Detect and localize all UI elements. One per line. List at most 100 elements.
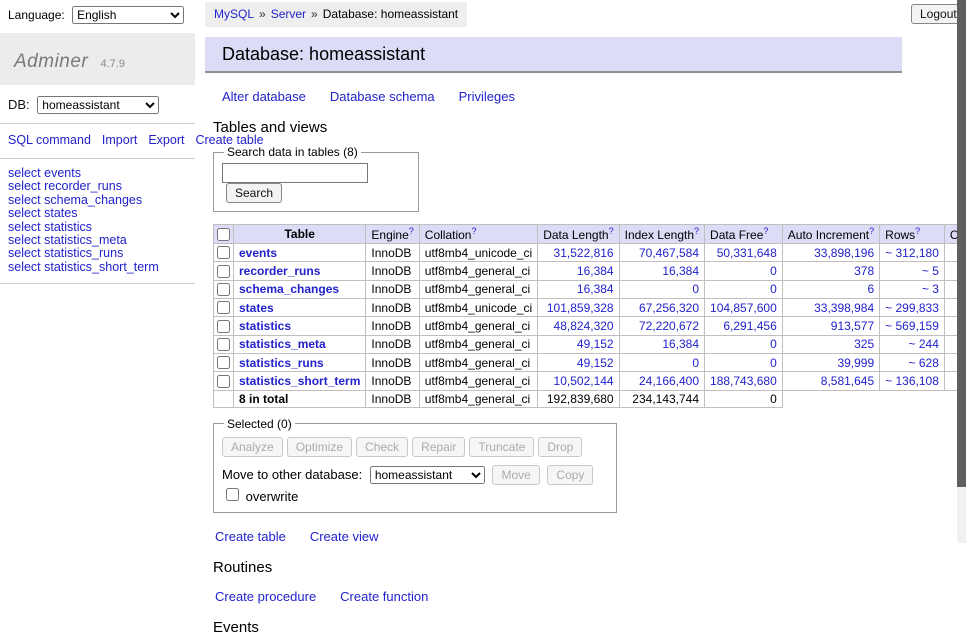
sidebar-select-link[interactable]: select statistics_short_term <box>8 261 195 274</box>
row-checkbox[interactable] <box>217 265 230 278</box>
sidebar-select-link[interactable]: select statistics_runs <box>8 247 195 260</box>
sidebar-select-link[interactable]: select statistics_meta <box>8 234 195 247</box>
column-help-icon[interactable]: ? <box>869 226 874 236</box>
vertical-scrollbar[interactable] <box>957 0 966 543</box>
sidebar-select-link[interactable]: select states <box>8 207 195 220</box>
sidebar-action-link[interactable]: Import <box>102 133 137 147</box>
routine-link[interactable]: Create function <box>340 589 428 604</box>
search-legend: Search data in tables (8) <box>224 145 361 159</box>
selected-buttons: AnalyzeOptimizeCheckRepairTruncateDrop <box>222 437 608 457</box>
select-all-cell <box>214 225 234 244</box>
sidebar-action-link[interactable]: SQL command <box>8 133 91 147</box>
data-length-cell: 16,384 <box>538 280 619 298</box>
selected-action-button: Check <box>356 437 408 457</box>
column-header-index-length: Index Length? <box>619 225 704 244</box>
column-label: Data Free <box>710 228 763 242</box>
sidebar-select-link[interactable]: select recorder_runs <box>8 180 195 193</box>
table-name-link[interactable]: events <box>239 246 277 260</box>
row-checkbox[interactable] <box>217 301 230 314</box>
row-checkbox[interactable] <box>217 338 230 351</box>
search-button[interactable]: Search <box>226 183 282 203</box>
move-db-select[interactable]: homeassistant <box>370 466 485 484</box>
engine-cell: InnoDB <box>366 298 419 316</box>
table-name-link[interactable]: statistics_runs <box>239 356 324 370</box>
scrollbar-thumb[interactable] <box>957 0 966 487</box>
index-length-cell: 0 <box>619 353 704 371</box>
breadcrumb-server-link[interactable]: Server <box>271 7 306 21</box>
search-fieldset: Search data in tables (8) Search <box>213 145 419 212</box>
data-free-cell: 0 <box>705 335 783 353</box>
table-name-link[interactable]: statistics_short_term <box>239 374 360 388</box>
column-help-icon[interactable]: ? <box>471 226 476 236</box>
search-input[interactable] <box>222 163 368 183</box>
table-name-cell: statistics_meta <box>234 335 366 353</box>
row-checkbox-cell <box>214 317 234 335</box>
data-free-cell: 188,743,680 <box>705 372 783 390</box>
column-help-icon[interactable]: ? <box>409 226 414 236</box>
selected-action-button: Truncate <box>469 437 534 457</box>
data-length-cell: 10,502,144 <box>538 372 619 390</box>
row-checkbox-cell <box>214 280 234 298</box>
engine-cell: InnoDB <box>366 244 419 262</box>
table-name-link[interactable]: statistics_meta <box>239 337 326 351</box>
footer-engine: InnoDB <box>366 390 419 407</box>
overwrite-checkbox[interactable] <box>226 488 239 501</box>
footer-collation: utf8mb4_general_ci <box>419 390 537 407</box>
row-checkbox[interactable] <box>217 246 230 259</box>
create-link[interactable]: Create view <box>310 529 379 544</box>
column-header-engine: Engine? <box>366 225 419 244</box>
column-help-icon[interactable]: ? <box>763 226 768 236</box>
data-length-cell: 48,824,320 <box>538 317 619 335</box>
move-label: Move to other database: <box>222 467 362 482</box>
create-link[interactable]: Create table <box>215 529 286 544</box>
language-select[interactable]: English <box>72 6 184 24</box>
rows-cell: ~ 3 <box>880 280 945 298</box>
index-length-cell: 16,384 <box>619 335 704 353</box>
select-all-checkbox[interactable] <box>217 228 230 241</box>
sidebar-select-link[interactable]: select statistics <box>8 221 195 234</box>
collation-cell: utf8mb4_general_ci <box>419 317 537 335</box>
row-checkbox[interactable] <box>217 283 230 296</box>
row-checkbox[interactable] <box>217 356 230 369</box>
table-name-link[interactable]: statistics <box>239 319 291 333</box>
routine-link[interactable]: Create procedure <box>215 589 316 604</box>
table-row: statistics_metaInnoDButf8mb4_general_ci4… <box>214 335 966 353</box>
column-label: Rows <box>885 228 915 242</box>
row-checkbox[interactable] <box>217 375 230 388</box>
selected-action-button: Repair <box>412 437 465 457</box>
move-button: Move <box>492 465 539 485</box>
column-help-icon[interactable]: ? <box>694 226 699 236</box>
data-length-cell: 101,859,328 <box>538 298 619 316</box>
sidebar-select-link[interactable]: select schema_changes <box>8 194 195 207</box>
row-checkbox[interactable] <box>217 320 230 333</box>
events-heading: Events <box>213 619 902 636</box>
database-action-link[interactable]: Privileges <box>459 89 515 104</box>
table-row: statistics_short_termInnoDButf8mb4_gener… <box>214 372 966 390</box>
engine-cell: InnoDB <box>366 353 419 371</box>
sidebar-action-link[interactable]: Export <box>148 133 184 147</box>
breadcrumb-current: Database: homeassistant <box>323 7 458 21</box>
column-help-icon[interactable]: ? <box>915 226 920 236</box>
database-links: Alter database Database schema Privileges <box>222 89 902 104</box>
auto-increment-cell: 325 <box>782 335 879 353</box>
db-select[interactable]: homeassistant <box>37 96 159 114</box>
copy-button: Copy <box>547 465 593 485</box>
table-name-link[interactable]: recorder_runs <box>239 264 320 278</box>
index-length-cell: 67,256,320 <box>619 298 704 316</box>
auto-increment-cell: 913,577 <box>782 317 879 335</box>
index-length-cell: 70,467,584 <box>619 244 704 262</box>
routine-links: Create procedure Create function <box>215 589 902 604</box>
breadcrumb-mysql-link[interactable]: MySQL <box>214 7 254 21</box>
index-length-cell: 16,384 <box>619 262 704 280</box>
database-action-link[interactable]: Alter database <box>222 89 306 104</box>
table-name-link[interactable]: states <box>239 301 274 315</box>
sidebar-select-link[interactable]: select events <box>8 167 195 180</box>
database-action-link[interactable]: Database schema <box>330 89 435 104</box>
column-header-rows: Rows? <box>880 225 945 244</box>
table-row: schema_changesInnoDButf8mb4_general_ci16… <box>214 280 966 298</box>
row-checkbox-cell <box>214 298 234 316</box>
column-help-icon[interactable]: ? <box>609 226 614 236</box>
db-label: DB: <box>8 97 30 112</box>
tables-and-views-table: TableEngine?Collation?Data Length?Index … <box>213 224 966 408</box>
table-name-link[interactable]: schema_changes <box>239 282 339 296</box>
